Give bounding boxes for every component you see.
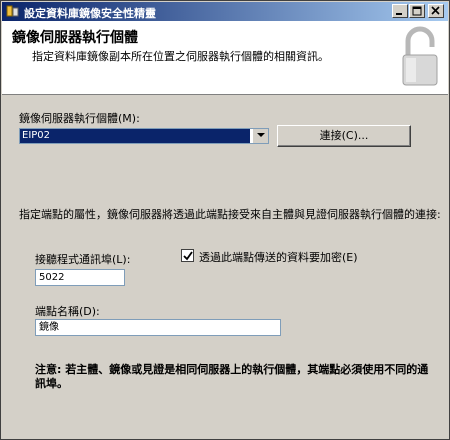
window-title: 設定資料庫鏡像安全性精靈 xyxy=(24,7,156,20)
page-title: 鏡像伺服器執行個體 xyxy=(12,30,138,46)
close-button[interactable] xyxy=(428,4,444,18)
minimize-button[interactable] xyxy=(392,4,408,18)
encrypt-label[interactable]: 透過此端點傳送的資料要加密(E) xyxy=(199,249,358,265)
close-icon xyxy=(431,6,440,15)
chevron-down-icon xyxy=(257,133,265,137)
connect-button[interactable]: 連接(C)... xyxy=(277,125,411,147)
checkmark-icon xyxy=(183,251,193,261)
endpoint-name-label: 端點名稱(D): xyxy=(35,305,100,318)
minimize-icon xyxy=(396,13,402,15)
wizard-window: 設定資料庫鏡像安全性精靈 鏡像伺服器執行個體 指定資料庫鏡像副本所在位置之伺服器… xyxy=(0,0,450,440)
title-bar[interactable]: 設定資料庫鏡像安全性精靈 xyxy=(2,2,448,21)
wizard-header: 鏡像伺服器執行個體 指定資料庫鏡像副本所在位置之伺服器執行個體的相關資訊。 xyxy=(2,21,448,95)
dropdown-button[interactable] xyxy=(252,129,268,143)
endpoint-name-input[interactable]: 鏡像 xyxy=(35,319,281,336)
instance-select-value: EIP02 xyxy=(20,129,250,143)
encrypt-checkbox[interactable] xyxy=(181,249,194,262)
maximize-icon xyxy=(412,6,422,16)
instance-label: 鏡像伺服器執行個體(M): xyxy=(19,112,140,125)
instance-select[interactable]: EIP02 xyxy=(19,128,269,144)
app-icon xyxy=(6,4,20,18)
note-text: 注意: 若主體、鏡像或見證是相同伺服器上的執行個體，其端點必須使用不同的通訊埠。 xyxy=(35,363,429,390)
padlock-icon xyxy=(402,26,438,86)
page-description: 指定資料庫鏡像副本所在位置之伺服器執行個體的相關資訊。 xyxy=(32,50,329,63)
maximize-button[interactable] xyxy=(409,4,425,18)
port-input[interactable]: 5022 xyxy=(35,269,125,286)
endpoint-properties-text: 指定端點的屬性，鏡像伺服器將透過此端點接受來自主體與見證伺服器執行個體的連接: xyxy=(19,208,441,221)
port-label: 接聽程式通訊埠(L): xyxy=(35,253,131,266)
